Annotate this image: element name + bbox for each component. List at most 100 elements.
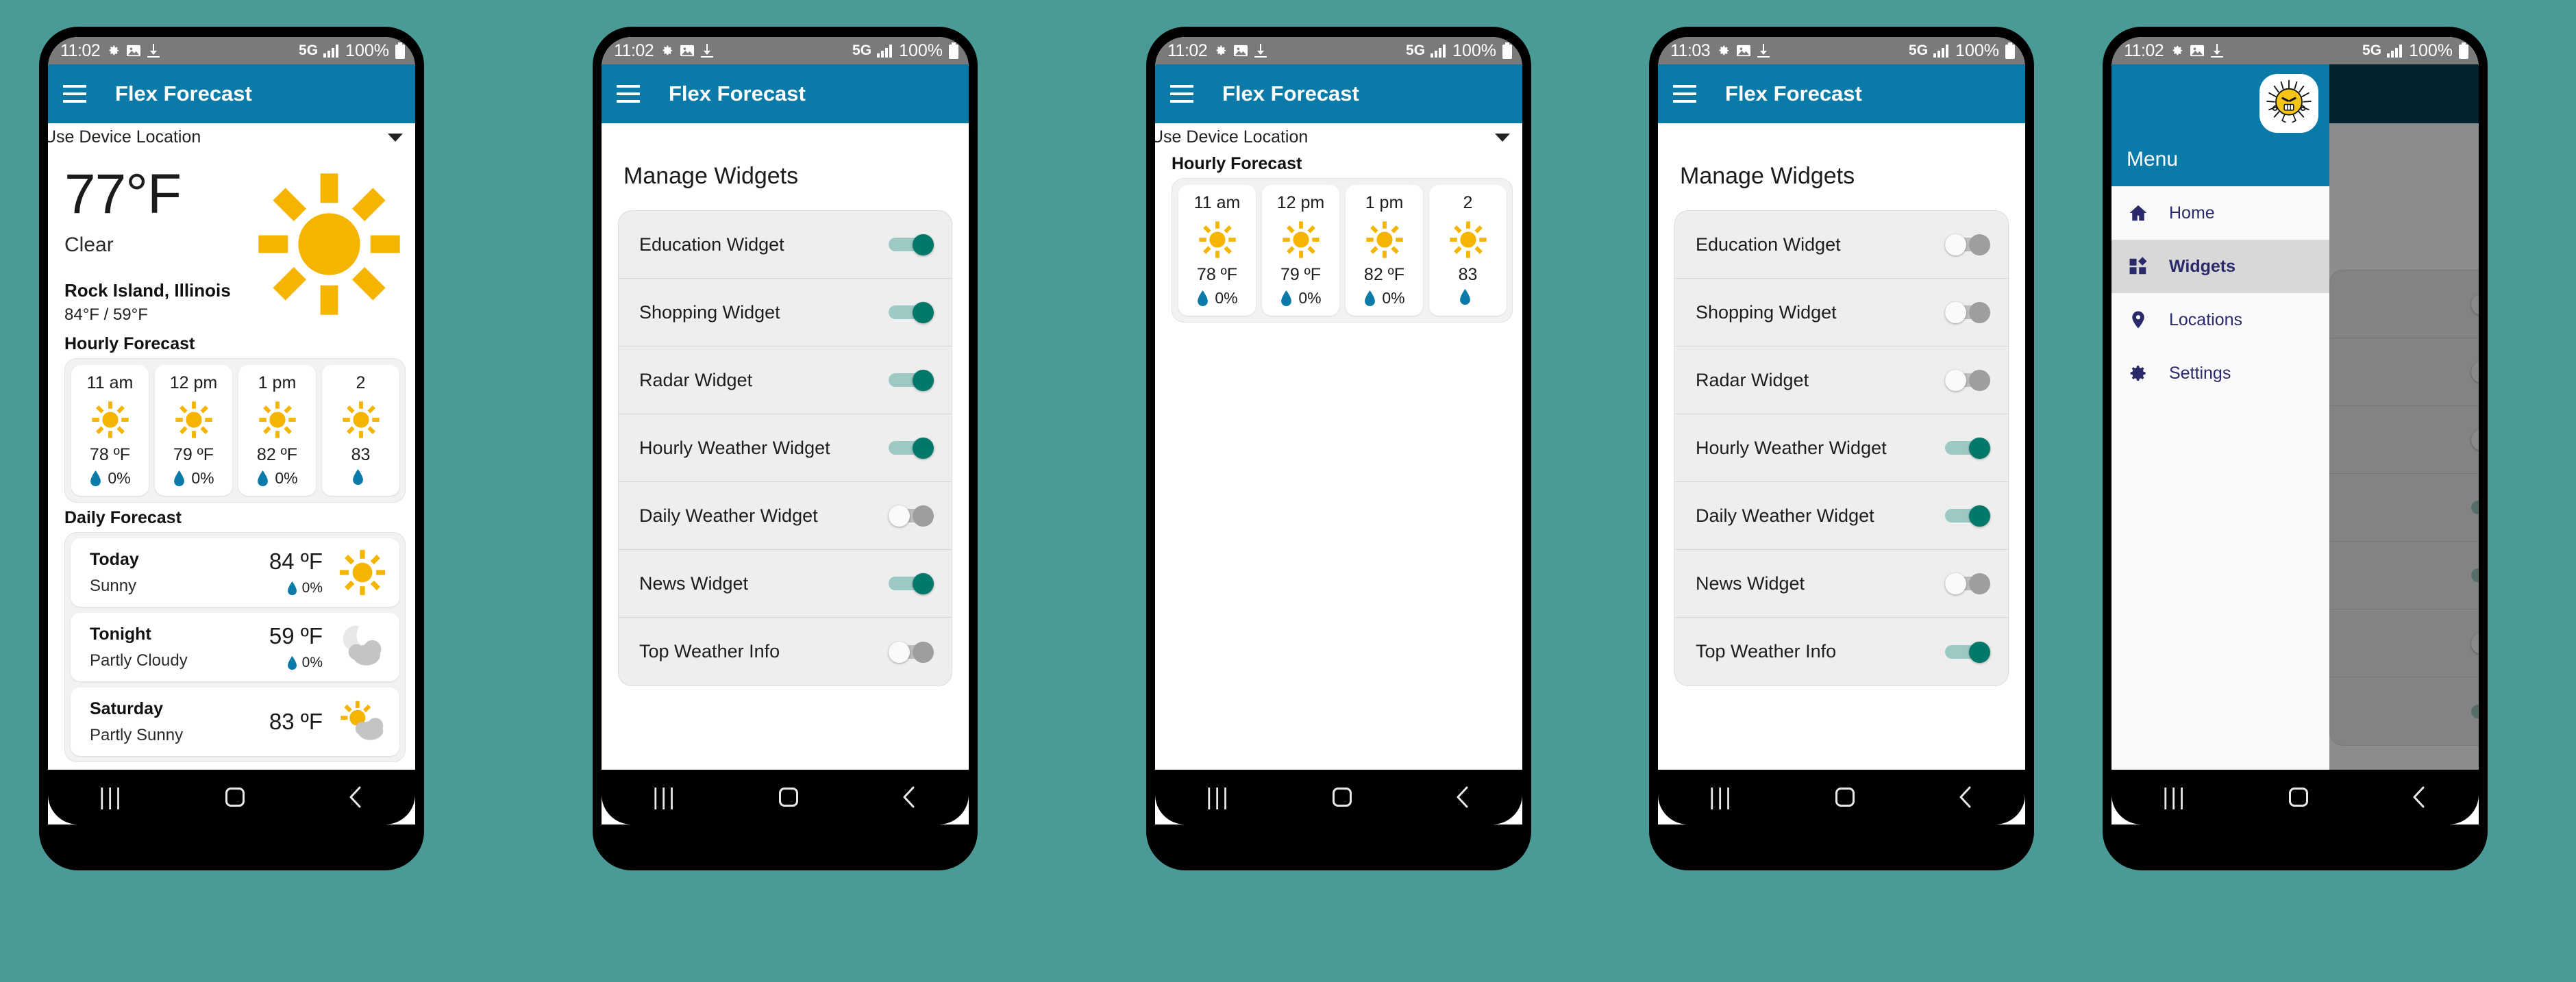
gear-icon [1716,43,1731,58]
sun-icon [91,401,129,438]
widget-toggle[interactable] [1945,505,1990,527]
widget-row[interactable]: Radar Widget [619,347,952,414]
back-button[interactable] [1454,785,1472,809]
home-button[interactable] [225,788,245,807]
water-drop-icon [353,469,363,486]
hourly-temp: 82 ºF [1363,265,1405,284]
widget-toggle[interactable] [1945,370,1990,391]
daily-row[interactable]: Today Sunny 84 ºF 0% [71,538,399,607]
home-button[interactable] [1332,788,1352,807]
hourly-cell-partial[interactable]: 2 83 [1429,185,1507,316]
sidebar-item-locations[interactable]: Locations [2111,293,2329,347]
widget-row[interactable]: Radar Widget [1675,347,2008,414]
widget-toggle[interactable] [889,302,934,323]
recents-button[interactable]: ||| [2162,784,2187,811]
battery-icon [1502,42,1513,59]
daily-forecast-card[interactable]: Today Sunny 84 ºF 0% Tonight Partly Clou… [64,532,406,762]
daily-day: Tonight [90,624,151,644]
daily-row[interactable]: Saturday Partly Sunny 83 ºF [71,688,399,756]
hamburger-icon[interactable] [1170,85,1193,103]
chevron-down-icon [388,133,403,142]
widget-row[interactable]: Hourly Weather Widget [1675,414,2008,482]
widget-row[interactable]: Top Weather Info [619,618,952,685]
gear-icon [106,43,121,58]
widget-row[interactable]: Shopping Widget [619,279,952,347]
back-button[interactable] [900,785,918,809]
widget-row[interactable]: Daily Weather Widget [619,482,952,550]
sidebar-item-settings[interactable]: Settings [2111,347,2329,400]
hourly-forecast-strip[interactable]: 11 am 78 ºF 0% 12 pm 79 ºF 0% 1 pm 82 ºF… [64,358,406,503]
hamburger-icon[interactable] [63,85,86,103]
widget-toggle[interactable] [889,573,934,594]
hourly-hour: 11 am [86,373,134,392]
widget-row[interactable]: News Widget [1675,550,2008,618]
widget-toggle[interactable] [889,234,934,255]
battery-icon [395,42,406,59]
water-drop-icon [1365,290,1376,306]
widget-toggle[interactable] [1945,302,1990,323]
recents-button[interactable]: ||| [652,784,677,811]
widget-toggle[interactable] [1945,641,1990,663]
widget-row[interactable]: Hourly Weather Widget [619,414,952,482]
back-button[interactable] [1957,785,1974,809]
android-nav-bar: ||| [2111,770,2479,824]
widget-list: Education Widget Shopping Widget Radar W… [618,210,952,686]
back-icon [1959,786,1971,808]
back-button[interactable] [347,785,364,809]
location-spinner[interactable]: Use Device Location [48,123,415,151]
widget-label: Hourly Weather Widget [1696,437,1887,458]
hourly-cell-partial[interactable]: 2 83 [322,365,399,496]
back-button[interactable] [2410,785,2428,809]
hourly-cell[interactable]: 1 pm 82 ºF 0% [238,365,316,496]
location-spinner[interactable]: Use Device Location [1155,123,1522,151]
hourly-cell[interactable]: 11 am 78 ºF 0% [1178,185,1256,316]
sidebar-item-widgets[interactable]: Widgets [2111,240,2329,293]
app-title: Flex Forecast [115,81,252,105]
location-spinner-value: Use Device Location [48,127,201,147]
hourly-cell[interactable]: 1 pm 82 ºF 0% [1346,185,1423,316]
widget-toggle[interactable] [1945,234,1990,255]
widget-toggle[interactable] [1945,438,1990,459]
network-label: 5G [852,42,872,58]
drawer-menu-label: Menu [2127,148,2179,171]
hamburger-icon[interactable] [617,85,640,103]
hourly-precip: 0% [1298,289,1322,307]
widget-row[interactable]: Top Weather Info [1675,618,2008,685]
recents-button[interactable]: ||| [1709,784,1733,811]
home-button[interactable] [778,788,798,807]
home-button[interactable] [2288,788,2308,807]
daily-forecast-title: Daily Forecast [64,508,182,527]
recents-button[interactable]: ||| [1206,784,1230,811]
sidebar-item-home[interactable]: Home [2111,186,2329,240]
widget-toggle[interactable] [889,370,934,391]
widget-row[interactable]: Shopping Widget [1675,279,2008,347]
daily-row[interactable]: Tonight Partly Cloudy 59 ºF 0% [71,613,399,681]
hourly-cell[interactable]: 11 am 78 ºF 0% [71,365,149,496]
daily-desc: Partly Cloudy [90,651,188,670]
widget-label: Radar Widget [639,369,753,390]
recents-button[interactable]: ||| [99,784,123,811]
gear-icon [2169,43,2184,58]
hamburger-icon[interactable] [1673,85,1696,103]
widget-row[interactable]: Education Widget [619,211,952,279]
widget-row[interactable]: Education Widget [1675,211,2008,279]
home-button[interactable] [1835,788,1855,807]
widget-toggle[interactable] [1945,573,1990,594]
widget-label: Top Weather Info [639,641,780,662]
widget-row[interactable]: Daily Weather Widget [1675,482,2008,550]
hourly-cell[interactable]: 12 pm 79 ºF 0% [1262,185,1339,316]
app-title: Flex Forecast [1222,81,1359,105]
widget-toggle[interactable] [889,641,934,663]
hourly-forecast-strip[interactable]: 11 am 78 ºF 0% 12 pm 79 ºF 0% 1 pm 82 ºF… [1172,178,1513,323]
android-nav-bar: ||| [1155,770,1522,824]
daily-day: Today [90,549,139,569]
status-bar: 11:03 5G 100% [1658,37,2025,64]
hourly-forecast-title: Hourly Forecast [64,334,195,353]
widget-toggle[interactable] [889,438,934,459]
widgets-icon [2127,255,2150,278]
widget-row[interactable]: News Widget [619,550,952,618]
drawer-scrim[interactable] [2329,64,2479,770]
hourly-cell[interactable]: 12 pm 79 ºF 0% [155,365,232,496]
widget-toggle[interactable] [889,505,934,527]
widget-label: Shopping Widget [1696,301,1837,323]
